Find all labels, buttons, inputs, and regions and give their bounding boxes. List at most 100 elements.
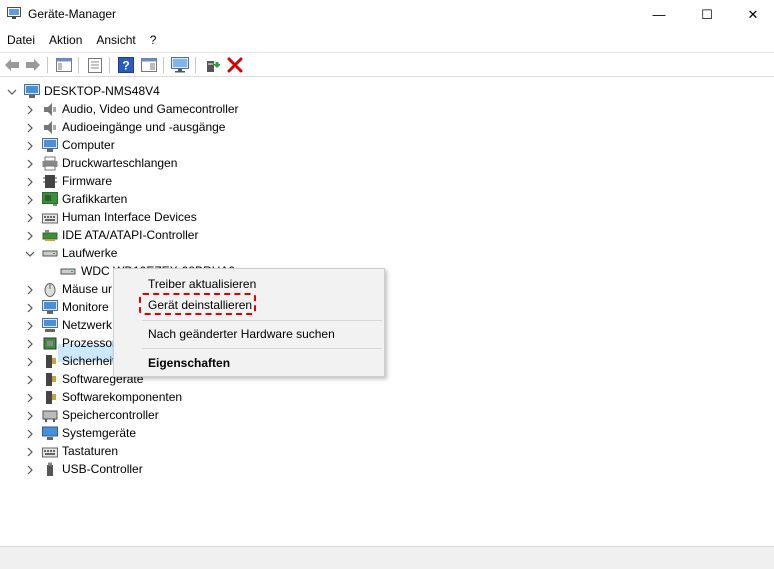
tree-item-label: Computer — [62, 138, 115, 152]
chevron-right-icon[interactable] — [25, 374, 35, 385]
chevron-down-icon[interactable] — [7, 86, 17, 96]
toolbar: ? — [0, 52, 774, 77]
details-icon — [141, 58, 157, 72]
close-icon: ✕ — [747, 6, 759, 22]
network-icon — [42, 318, 58, 333]
chevron-right-icon[interactable] — [25, 392, 35, 403]
details-button[interactable] — [140, 56, 158, 74]
menu-datei[interactable]: Datei — [0, 30, 42, 50]
tree-category[interactable]: Grafikkarten — [0, 190, 774, 208]
drive-icon — [42, 246, 58, 261]
chevron-right-icon[interactable] — [25, 122, 35, 133]
computer-icon — [24, 84, 40, 99]
tree-category[interactable]: IDE ATA/ATAPI-Controller — [0, 226, 774, 244]
tree-item-label: Softwarekomponenten — [62, 390, 183, 404]
device-manager-icon — [7, 7, 21, 19]
chevron-right-icon[interactable] — [25, 176, 35, 187]
back-arrow-icon — [5, 59, 19, 71]
chevron-right-icon[interactable] — [25, 446, 35, 457]
tree-root-computer[interactable]: DESKTOP-NMS48V4 — [0, 82, 774, 100]
help-button[interactable]: ? — [117, 56, 135, 74]
menu-separator — [142, 348, 382, 349]
chevron-right-icon[interactable] — [25, 140, 35, 151]
menu-item-properties[interactable]: Eigenschaften — [148, 356, 230, 370]
tree-item-label: Monitore — [62, 300, 109, 314]
tree-category[interactable]: Softwarekomponenten — [0, 388, 774, 406]
title-bar[interactable]: Geräte-Manager — ☐ ✕ — [0, 0, 774, 29]
speaker-icon — [42, 120, 58, 135]
maximize-button[interactable]: ☐ — [684, 0, 730, 29]
tree-item-label: IDE ATA/ATAPI-Controller — [62, 228, 199, 242]
storage-controller-icon — [42, 408, 58, 423]
chevron-right-icon[interactable] — [25, 320, 35, 331]
chevron-right-icon[interactable] — [25, 356, 35, 367]
tree-category[interactable]: Druckwarteschlangen — [0, 154, 774, 172]
maximize-icon: ☐ — [701, 6, 713, 22]
chevron-right-icon[interactable] — [25, 212, 35, 223]
tree-category[interactable]: Systemgeräte — [0, 424, 774, 442]
uninstall-icon — [227, 57, 243, 73]
keyboard-icon — [42, 210, 58, 225]
tree-item-label: Speichercontroller — [62, 408, 159, 422]
tree-category[interactable]: USB-Controller — [0, 460, 774, 478]
security-device-icon — [42, 354, 58, 369]
tree-item-label: Mäuse ur — [62, 282, 113, 296]
forward-button[interactable] — [24, 56, 42, 74]
view-button[interactable] — [55, 56, 73, 74]
tree-category[interactable]: Laufwerke — [0, 244, 774, 262]
speaker-icon — [42, 102, 58, 117]
tree-category[interactable]: Tastaturen — [0, 442, 774, 460]
toolbar-separator — [109, 57, 110, 73]
window-title: Geräte-Manager — [28, 7, 117, 21]
toolbar-separator — [78, 57, 79, 73]
tree-category[interactable]: Speichercontroller — [0, 406, 774, 424]
toolbar-separator — [163, 57, 164, 73]
tree-category[interactable]: Human Interface Devices — [0, 208, 774, 226]
close-button[interactable]: ✕ — [730, 0, 774, 29]
system-device-icon — [42, 426, 58, 441]
chevron-down-icon[interactable] — [25, 248, 35, 258]
tree-item-label: Audioeingänge und -ausgänge — [62, 120, 226, 134]
menu-item-scan-hardware[interactable]: Nach geänderter Hardware suchen — [148, 327, 335, 341]
tree-category[interactable]: Audio, Video und Gamecontroller — [0, 100, 774, 118]
chevron-right-icon[interactable] — [25, 428, 35, 439]
chevron-right-icon[interactable] — [25, 284, 35, 295]
chevron-right-icon[interactable] — [25, 230, 35, 241]
menu-separator — [142, 320, 382, 321]
chevron-right-icon[interactable] — [25, 104, 35, 115]
menu-ansicht[interactable]: Ansicht — [89, 30, 142, 50]
back-button[interactable] — [3, 56, 21, 74]
menu-item-uninstall-device[interactable]: Gerät deinstallieren — [148, 298, 252, 312]
printer-icon — [42, 156, 58, 171]
tree-item-label: DESKTOP-NMS48V4 — [44, 84, 160, 98]
context-menu: Treiber aktualisieren Gerät deinstallier… — [113, 268, 385, 377]
chevron-right-icon[interactable] — [25, 302, 35, 313]
tree-item-label: Human Interface Devices — [62, 210, 197, 224]
view-icon — [56, 58, 72, 72]
help-icon: ? — [118, 57, 134, 73]
menu-aktion[interactable]: Aktion — [42, 30, 89, 50]
properties-button[interactable] — [86, 56, 104, 74]
computer-icon — [42, 138, 58, 153]
tree-category[interactable]: Audioeingänge und -ausgänge — [0, 118, 774, 136]
chevron-right-icon[interactable] — [25, 410, 35, 421]
chevron-right-icon[interactable] — [25, 464, 35, 475]
processor-icon — [42, 336, 58, 351]
minimize-button[interactable]: — — [636, 0, 682, 29]
chevron-right-icon[interactable] — [25, 338, 35, 349]
toolbar-separator — [195, 57, 196, 73]
menu-help[interactable]: ? — [143, 30, 164, 50]
tree-item-label: Grafikkarten — [62, 192, 128, 206]
menu-bar: Datei Aktion Ansicht ? — [0, 30, 774, 50]
chevron-right-icon[interactable] — [25, 158, 35, 169]
menu-item-update-driver[interactable]: Treiber aktualisieren — [148, 277, 256, 291]
scan-hardware-button[interactable] — [171, 56, 189, 74]
tree-category[interactable]: Computer — [0, 136, 774, 154]
uninstall-button[interactable] — [226, 56, 244, 74]
chevron-right-icon[interactable] — [25, 194, 35, 205]
tree-category[interactable]: Firmware — [0, 172, 774, 190]
update-driver-button[interactable] — [203, 56, 221, 74]
tree-item-label: Firmware — [62, 174, 112, 188]
ide-controller-icon — [42, 228, 58, 243]
tree-item-label: Prozessor — [62, 336, 117, 350]
